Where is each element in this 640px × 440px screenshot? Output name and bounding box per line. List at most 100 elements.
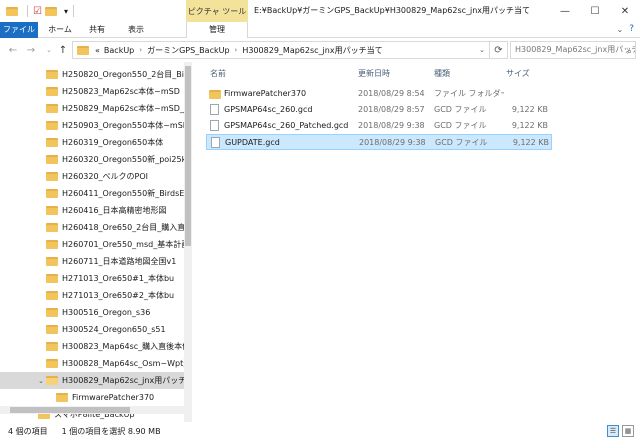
chevron-right-icon[interactable]: › — [139, 46, 142, 54]
tree-item[interactable]: H260319_Oregon650本体 — [0, 134, 184, 151]
folder-icon — [209, 90, 221, 99]
close-button[interactable]: ✕ — [610, 0, 640, 22]
tree-item[interactable]: H271013_Ore650#2_本体bu — [0, 287, 184, 304]
refresh-icon[interactable]: ⟳ — [490, 41, 508, 59]
tree-item[interactable]: H260701_Ore550_msd_基本計画c — [0, 236, 184, 253]
tab-view[interactable]: 表示 — [118, 22, 154, 38]
divider — [27, 5, 28, 17]
file-row[interactable]: FirmwarePatcher370 2018/08/29 8:54 ファイル … — [206, 86, 552, 102]
folder-open-icon — [46, 376, 58, 385]
tree-item[interactable]: H260711_日本道路地図全国v1 — [0, 253, 184, 270]
picture-tools-context-tab: ピクチャ ツール — [186, 0, 248, 22]
quick-access-toolbar: ☑ ▾ — [0, 5, 76, 17]
chevron-right-icon[interactable]: › — [235, 46, 238, 54]
tree-item[interactable]: H250903_Oregon550本体~mSD — [0, 117, 184, 134]
selection-info: 1 個の項目を選択 8.90 MB — [61, 426, 161, 436]
up-arrow-icon[interactable]: ↑ — [56, 43, 70, 57]
tree-item[interactable]: H260418_Ore650_2台目_購入直後 — [0, 219, 184, 236]
folder-icon — [46, 155, 58, 164]
breadcrumb-overflow[interactable]: « — [95, 46, 100, 55]
folder-icon — [46, 274, 58, 283]
folder-icon — [46, 240, 58, 249]
tree-item[interactable]: H300516_Oregon_s36 — [0, 304, 184, 321]
folder-icon — [46, 172, 58, 181]
folder-icon — [46, 342, 58, 351]
file-row-selected[interactable]: GUPDATE.gcd 2018/08/29 9:38 GCD ファイル 9,1… — [206, 134, 552, 150]
tab-share[interactable]: 共有 — [82, 22, 112, 38]
details-view-icon[interactable]: ☰ — [607, 425, 619, 437]
tree-item[interactable]: H260320_ベルクのPOI — [0, 168, 184, 185]
item-count: 4 個の項目 — [8, 426, 48, 436]
status-bar: 4 個の項目 1 個の項目を選択 8.90 MB ☰ ▦ — [0, 422, 640, 440]
tree-item[interactable]: H250823_Map62sc本体~mSD — [0, 83, 184, 100]
breadcrumb-backup[interactable]: BackUp — [104, 46, 134, 55]
folder-icon — [77, 45, 89, 55]
search-input[interactable]: H300829_Map62sc_jnx用パッチ... ⌕ — [510, 41, 636, 59]
navigation-pane-horizontal-scrollbar[interactable] — [0, 406, 192, 414]
tree-item[interactable]: H260411_Oregon550新_BirdsEye — [0, 185, 184, 202]
file-row[interactable]: GPSMAP64sc_260.gcd 2018/08/29 8:57 GCD フ… — [206, 102, 552, 118]
folder-icon — [46, 70, 58, 79]
tree-item-selected[interactable]: ⌄H300829_Map62sc_jnx用パッチ当て — [0, 372, 184, 389]
expand-ribbon-icon[interactable]: ⌄ — [617, 25, 624, 34]
breadcrumb-current[interactable]: H300829_Map62sc_jnx用パッチ当て — [242, 45, 382, 56]
folder-icon — [46, 223, 58, 232]
tree-item[interactable]: H300828_Map64sc_Osm~Wpt選 — [0, 355, 184, 372]
folder-icon — [6, 6, 18, 16]
folder-icon — [46, 325, 58, 334]
folder-icon — [46, 257, 58, 266]
tree-item[interactable]: H300823_Map64sc_購入直後本体 — [0, 338, 184, 355]
folder-icon — [46, 104, 58, 113]
folder-icon — [46, 206, 58, 215]
folder-icon — [56, 393, 68, 402]
folder-icon — [46, 138, 58, 147]
tree-item[interactable]: H300524_Oregon650_s51 — [0, 321, 184, 338]
title-bar: ☑ ▾ ピクチャ ツール E:¥BackUp¥ガーミンGPS_BackUp¥H3… — [0, 0, 640, 22]
breadcrumb-garmin[interactable]: ガーミンGPS_BackUp — [147, 45, 229, 56]
properties-icon[interactable]: ☑ — [33, 6, 42, 17]
file-icon — [210, 104, 219, 115]
tree-item[interactable]: H250829_Map62sc本体~mSD_jnx — [0, 100, 184, 117]
column-header-name[interactable]: 名前 — [210, 68, 226, 79]
address-dropdown-icon[interactable]: ⌄ — [474, 41, 490, 59]
tree-item[interactable]: H260416_日本高精密地形図 — [0, 202, 184, 219]
column-header-type[interactable]: 種類 — [434, 68, 450, 79]
recent-locations-chevron-icon[interactable]: ⌄ — [42, 43, 56, 57]
scrollbar-thumb[interactable] — [10, 407, 130, 413]
navigation-pane-scrollbar[interactable] — [184, 62, 192, 422]
folder-icon — [46, 308, 58, 317]
column-header-date[interactable]: 更新日時 — [358, 68, 390, 79]
large-icons-view-icon[interactable]: ▦ — [622, 425, 634, 437]
column-header-size[interactable]: サイズ — [506, 68, 530, 79]
file-list-pane[interactable]: 名前 更新日時 種類 サイズ FirmwarePatcher370 2018/0… — [196, 62, 640, 422]
search-placeholder: H300829_Map62sc_jnx用パッチ... — [515, 45, 636, 54]
tree-item[interactable]: FirmwarePatcher370 — [0, 389, 184, 406]
tree-item[interactable]: H250820_Oregon550_2台目_Birds — [0, 66, 184, 83]
minimize-button[interactable]: — — [550, 0, 580, 22]
navigation-pane[interactable]: H250820_Oregon550_2台目_Birds H250823_Map6… — [0, 62, 184, 422]
new-folder-icon[interactable] — [44, 6, 57, 16]
back-arrow-icon[interactable]: ← — [6, 43, 20, 57]
tab-file[interactable]: ファイル — [0, 22, 38, 38]
tab-home[interactable]: ホーム — [42, 22, 78, 38]
folder-icon — [46, 359, 58, 368]
address-bar[interactable]: « BackUp › ガーミンGPS_BackUp › H300829_Map6… — [72, 41, 490, 59]
file-row[interactable]: GPSMAP64sc_260_Patched.gcd 2018/08/29 9:… — [206, 118, 552, 134]
window-title: E:¥BackUp¥ガーミンGPS_BackUp¥H300829_Map62sc… — [254, 6, 531, 15]
file-icon — [210, 120, 219, 131]
folder-icon — [46, 87, 58, 96]
forward-arrow-icon[interactable]: → — [24, 43, 38, 57]
tree-item[interactable]: H271013_Ore650#1_本体bu — [0, 270, 184, 287]
chevron-down-icon[interactable]: ⌄ — [36, 377, 46, 385]
help-icon[interactable]: ? — [629, 24, 634, 34]
maximize-button[interactable]: ☐ — [580, 0, 610, 22]
folder-icon — [46, 121, 58, 130]
tree-item[interactable]: H260320_Oregon550新_poi25k前 — [0, 151, 184, 168]
qat-dropdown-icon[interactable]: ▾ — [64, 7, 68, 16]
ribbon-tabs: ファイル ホーム 共有 表示 管理 ⌄ ? — [0, 22, 640, 39]
navigation-bar: ← → ⌄ ↑ « BackUp › ガーミンGPS_BackUp › H300… — [0, 38, 640, 62]
folder-icon — [46, 189, 58, 198]
tab-manage[interactable]: 管理 — [186, 22, 248, 39]
scrollbar-thumb[interactable] — [185, 66, 191, 246]
search-icon: ⌕ — [626, 47, 632, 57]
